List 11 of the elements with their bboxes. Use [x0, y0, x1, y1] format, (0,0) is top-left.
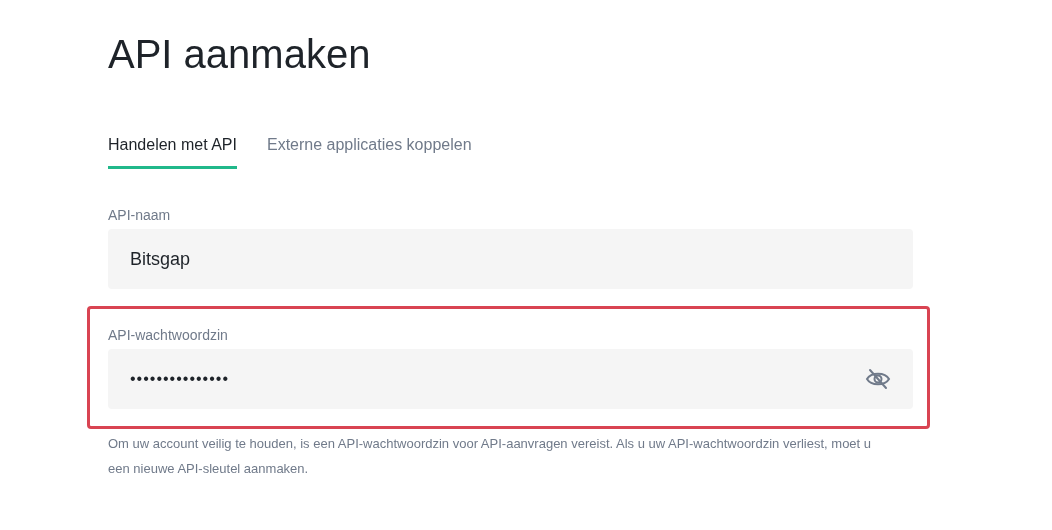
field-value: Bitsgap	[130, 248, 192, 270]
help-text: Om uw account veilig te houden, is een API-wachtwoordzin voor API-aanvragen vereist. Als u uw API-wachtwoordzin verliest, moet u een nieuwe API-sleutel aanmaken.	[108, 435, 873, 478]
field-value: •••••••••••••••	[130, 370, 231, 388]
input-field[interactable]: •••••••••••••••	[108, 349, 913, 409]
page-title: API aanmaken	[108, 31, 372, 78]
tab[interactable]: Handelen met API	[108, 136, 237, 169]
input-field[interactable]: Bitsgap	[108, 229, 913, 289]
field-label: API-naam	[108, 207, 172, 223]
hidden-eye-icon[interactable]	[865, 368, 891, 390]
field-label: API-wachtwoordzin	[108, 327, 229, 343]
tab[interactable]: Externe applicaties koppelen	[266, 136, 472, 169]
